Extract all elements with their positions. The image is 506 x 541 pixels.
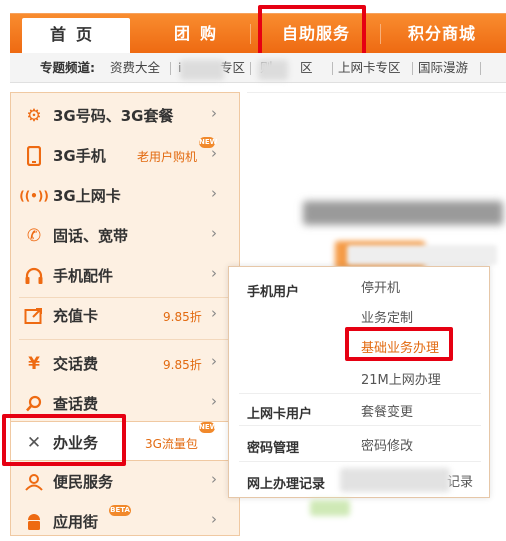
sidebar-item-label: 手机配件 bbox=[53, 267, 114, 285]
chevron-right-icon: › bbox=[211, 224, 217, 242]
signal-icon: ((•)) bbox=[19, 189, 49, 203]
category-online-records: 网上办理记录 bbox=[247, 477, 326, 492]
sidebar-item-label: 3G手机 bbox=[53, 147, 106, 165]
link-21m-internet[interactable]: 21M上网办理 bbox=[361, 369, 441, 388]
tab-home[interactable]: 首页 bbox=[22, 18, 130, 54]
nav-divider bbox=[250, 24, 251, 44]
sidebar-item-promo[interactable]: 3G流量包 bbox=[145, 435, 198, 452]
sidebar-item-app-street[interactable]: 应用街 BETA › bbox=[11, 501, 239, 541]
channel-link[interactable]: 资费大全 bbox=[110, 53, 160, 82]
chevron-right-icon: › bbox=[211, 352, 217, 370]
chevron-right-icon: › bbox=[211, 184, 217, 202]
chevron-right-icon: › bbox=[211, 470, 217, 488]
channel-divider bbox=[332, 62, 333, 75]
chevron-right-icon: › bbox=[211, 392, 217, 410]
chevron-right-icon: › bbox=[211, 144, 217, 162]
service-icon bbox=[23, 471, 45, 493]
sidebar-item-3g-phone[interactable]: 3G手机 老用户购机 NEW › bbox=[11, 135, 239, 175]
nav-divider bbox=[380, 24, 381, 44]
sidebar-item-landline-broadband[interactable]: ✆ 固话、宽带 › bbox=[11, 215, 239, 255]
topup-icon bbox=[23, 305, 45, 327]
sidebar-item-convenience[interactable]: 便民服务 › bbox=[11, 461, 239, 501]
gear-icon: ⚙ bbox=[26, 106, 42, 126]
channel-divider bbox=[170, 62, 171, 75]
tab-points-mall[interactable]: 积分商城 bbox=[392, 14, 492, 54]
channel-link[interactable]: 国际漫游 bbox=[418, 53, 468, 82]
channel-divider bbox=[480, 62, 481, 75]
channel-bar-title: 专题频道: bbox=[40, 60, 95, 75]
sidebar-item-accessories[interactable]: 手机配件 › bbox=[11, 255, 239, 295]
chevron-right-icon: › bbox=[211, 264, 217, 282]
blurred-region bbox=[340, 468, 450, 492]
category-datacard-users: 上网卡用户 bbox=[247, 407, 313, 422]
category-sidebar: ⚙ 3G号码、3G套餐 › 3G手机 老用户购机 NEW › ((•)) 3G上… bbox=[10, 92, 243, 536]
channel-divider bbox=[412, 62, 413, 75]
business-flyout-menu: 手机用户 停开机 业务定制 基础业务办理 21M上网办理 上网卡用户 套餐变更 … bbox=[228, 266, 490, 498]
telephone-icon: ✆ bbox=[26, 226, 42, 246]
yen-icon: ¥ bbox=[28, 354, 40, 374]
link-service-subscription[interactable]: 业务定制 bbox=[361, 307, 413, 326]
blurred-banner-text bbox=[347, 245, 497, 265]
category-password: 密码管理 bbox=[247, 441, 300, 456]
new-badge: NEW bbox=[199, 422, 218, 433]
channel-divider bbox=[250, 62, 251, 75]
headphones-icon bbox=[23, 265, 45, 287]
beta-badge: BETA bbox=[109, 505, 131, 516]
category-mobile-users: 手机用户 bbox=[247, 285, 300, 300]
link-records[interactable]: 记录 bbox=[447, 471, 473, 490]
tab-group-buy[interactable]: 团购 bbox=[160, 14, 240, 54]
sidebar-divider bbox=[19, 339, 231, 340]
highlight-box-basic-business bbox=[345, 327, 453, 361]
sidebar-item-label: 便民服务 bbox=[53, 473, 114, 491]
sidebar-item-3g-plans[interactable]: ⚙ 3G号码、3G套餐 › bbox=[11, 95, 239, 135]
flyout-divider bbox=[239, 461, 481, 462]
channel-link[interactable]: 上网卡专区 bbox=[338, 53, 401, 82]
link-plan-change[interactable]: 套餐变更 bbox=[361, 401, 413, 420]
sidebar-item-label: 充值卡 bbox=[53, 307, 99, 325]
highlight-box-business bbox=[2, 414, 126, 466]
sidebar-item-label: 应用街 bbox=[53, 513, 99, 531]
blurred-region bbox=[258, 60, 288, 80]
flyout-divider bbox=[239, 425, 481, 426]
blurred-region bbox=[310, 500, 350, 516]
phone-icon bbox=[23, 145, 45, 167]
link-suspend-resume[interactable]: 停开机 bbox=[361, 277, 400, 296]
blurred-banner-text bbox=[303, 201, 503, 225]
sidebar-item-pay-bill[interactable]: ¥ 交话费 9.85折 › bbox=[11, 343, 239, 383]
sidebar-item-label: 固话、宽带 bbox=[53, 227, 129, 245]
sidebar-item-label: 交话费 bbox=[53, 355, 99, 373]
search-icon bbox=[23, 393, 45, 415]
chevron-right-icon: › bbox=[211, 304, 217, 322]
sidebar-item-label: 查话费 bbox=[53, 395, 99, 413]
android-icon bbox=[23, 511, 45, 533]
chevron-right-icon: › bbox=[211, 510, 217, 528]
link-password-change[interactable]: 密码修改 bbox=[361, 435, 413, 454]
discount-label: 9.85折 bbox=[163, 358, 202, 372]
sidebar-item-label: 3G上网卡 bbox=[53, 187, 121, 205]
sidebar-item-topup-card[interactable]: 充值卡 9.85折 › bbox=[11, 295, 239, 335]
discount-label: 9.85折 bbox=[163, 310, 202, 324]
sidebar-item-3g-datacard[interactable]: ((•)) 3G上网卡 › bbox=[11, 175, 239, 215]
chevron-right-icon: › bbox=[211, 104, 217, 122]
sidebar-item-promo[interactable]: 老用户购机 bbox=[137, 148, 197, 165]
channel-link[interactable]: 区 bbox=[300, 53, 313, 82]
flyout-divider bbox=[239, 393, 481, 394]
sidebar-item-label: 3G号码、3G套餐 bbox=[53, 107, 174, 125]
blurred-region bbox=[180, 60, 224, 80]
